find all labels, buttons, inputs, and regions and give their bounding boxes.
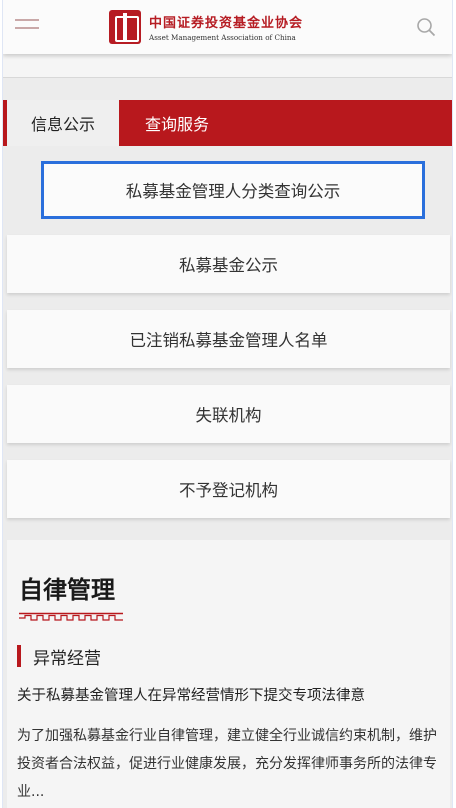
header-spacer	[3, 54, 452, 78]
section-title: 自律管理	[19, 576, 115, 604]
subheading-abnormal-operation[interactable]: 异常经营	[17, 644, 101, 669]
list-item-private-fund-disclosure[interactable]: 私募基金公示	[7, 235, 450, 293]
top-header: 中国证券投资基金业协会 Asset Management Association…	[3, 0, 452, 54]
site-logo[interactable]: 中国证券投资基金业协会 Asset Management Association…	[109, 8, 303, 46]
tab-info-disclosure[interactable]: 信息公示	[7, 100, 119, 146]
logo-english-name: Asset Management Association of China	[149, 33, 296, 42]
article-title-link[interactable]: 关于私募基金管理人在异常经营情形下提交专项法律意	[17, 684, 447, 705]
list-item-manager-classification-query[interactable]: 私募基金管理人分类查询公示	[41, 161, 425, 219]
list-item-deregistered-managers[interactable]: 已注销私募基金管理人名单	[7, 310, 450, 368]
app-frame: 中国证券投资基金业协会 Asset Management Association…	[2, 0, 453, 808]
tab-bar: 信息公示 查询服务	[3, 100, 452, 146]
list-item-rejected-registration[interactable]: 不予登记机构	[7, 460, 450, 518]
subheading-accent-bar	[17, 645, 21, 667]
self-regulation-section: 自律管理 异常经营 关于私募基金管理人在异常经营情形下提交专项法律意 为了加强私…	[7, 540, 450, 808]
subheading-label: 异常经营	[33, 648, 101, 669]
list-item-lost-contact-institutions[interactable]: 失联机构	[7, 385, 450, 443]
title-decoration-icon	[19, 612, 123, 621]
logo-emblem-icon	[109, 10, 141, 44]
search-icon[interactable]	[416, 17, 436, 37]
logo-chinese-name: 中国证券投资基金业协会	[149, 16, 304, 31]
article-excerpt: 为了加强私募基金行业自律管理，建立健全行业诚信约束机制，维护投资者合法权益，促进…	[17, 728, 437, 800]
hamburger-menu-icon[interactable]	[15, 16, 41, 36]
tab-query-service[interactable]: 查询服务	[119, 100, 259, 146]
